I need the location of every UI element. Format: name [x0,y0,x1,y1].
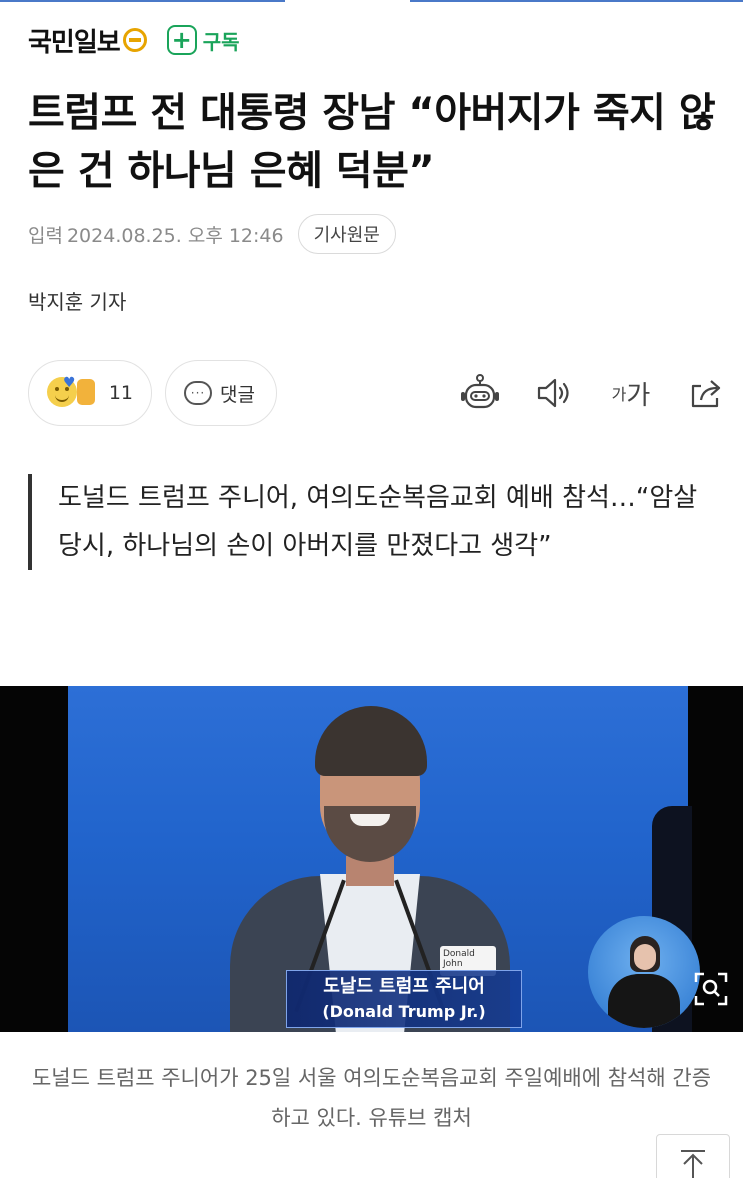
speaker-icon [537,378,569,408]
reaction-button[interactable]: ♥ 11 [28,360,152,426]
tab-indicator-left [0,0,285,2]
video-caption-english: (Donald Trump Jr.) [322,1002,486,1021]
subscribe-button[interactable]: + 구독 [166,25,240,55]
font-size-button[interactable]: 가 가 [606,372,656,414]
video-caption-box: 도날드 트럼프 주니어 (Donald Trump Jr.) [286,970,522,1028]
subscribe-label: 구독 [202,29,240,54]
heart-icon: ♥ [63,375,76,391]
sign-language-interpreter [588,916,700,1028]
comment-label: 댓글 [220,383,255,406]
font-size-small-glyph: 가 [611,385,627,404]
share-icon [691,380,721,408]
date-label: 입력 [28,224,63,247]
press-logo[interactable]: 국민일보 [28,22,147,59]
figure-hair [315,706,427,776]
tts-button[interactable] [534,372,574,414]
summary-bot-button[interactable] [458,372,502,414]
press-header: 국민일보 + 구독 [28,20,240,60]
author-name[interactable]: 박지훈 기자 [28,286,126,315]
article-photo[interactable]: Donald John 도날드 트럼프 주니어 (Donald Trump Jr… [0,686,743,1032]
reaction-count: 11 [108,382,133,404]
zoom-icon [694,972,728,1006]
reaction-emoji-icon: ♥ [47,373,103,413]
tab-indicator-right [410,0,743,2]
font-size-large-glyph: 가 [626,380,651,411]
article-summary: 도널드 트럼프 주니어, 여의도순복음교회 예배 참석…“암살 당시, 하나님의… [28,474,718,570]
action-bar: ♥ 11 ··· 댓글 가 가 [28,360,728,426]
zoom-button[interactable] [690,968,732,1010]
arrow-up-icon [681,1150,705,1178]
figure-smile [350,814,390,826]
article-date: 2024.08.25. 오후 12:46 [66,224,284,247]
robot-icon [461,374,499,409]
press-logo-mark-icon [122,28,147,52]
share-button[interactable] [684,372,728,414]
article-meta: 입력 2024.08.25. 오후 12:46 기사원문 [28,214,396,254]
interpreter-body [608,974,680,1028]
plus-icon: + [166,25,197,55]
interpreter-face [634,944,656,970]
comment-button[interactable]: ··· 댓글 [165,360,277,426]
scroll-to-top-button[interactable] [656,1134,730,1178]
article-title: 트럼프 전 대통령 장남 “아버지가 죽지 않은 건 하나님 은혜 덕분” [28,90,716,194]
video-caption-korean: 도날드 트럼프 주니어 [323,976,485,997]
top-tab-indicator [0,0,743,4]
photo-caption: 도널드 트럼프 주니어가 25일 서울 여의도순복음교회 주일예배에 참석해 간… [31,1066,712,1130]
thumbs-up-icon [77,379,95,405]
comment-bubble-icon: ··· [184,381,212,405]
press-name: 국민일보 [28,27,121,58]
original-article-button[interactable]: 기사원문 [297,214,396,254]
